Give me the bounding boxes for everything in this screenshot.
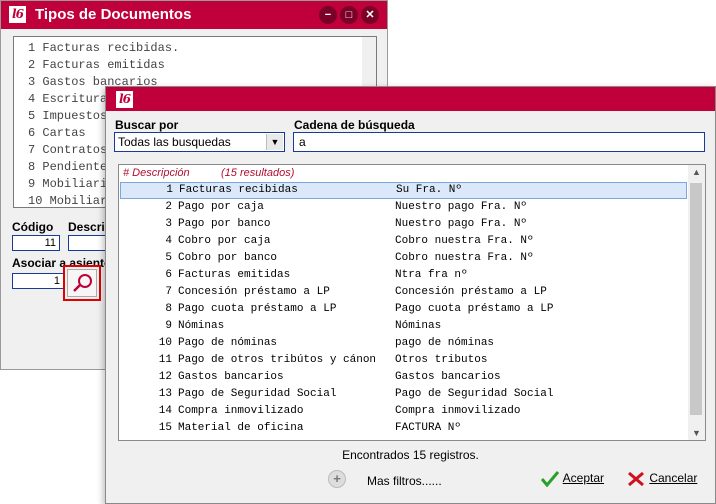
row-ref: Gastos bancarios: [395, 371, 501, 383]
cancel-button[interactable]: Cancelar: [626, 467, 697, 489]
table-row[interactable]: 4 Cobro por caja Cobro nuestra Fra. Nº: [120, 233, 687, 250]
accept-label: Aceptar: [562, 471, 605, 485]
row-ref: Ntra fra nº: [395, 269, 468, 281]
row-desc: Facturas emitidas: [178, 269, 291, 281]
scroll-up-icon[interactable]: ▲: [688, 167, 705, 177]
table-row[interactable]: 5 Cobro por banco Cobro nuestra Fra. Nº: [120, 250, 687, 267]
search-dialog: l6 Buscar por Todas las busquedas ▼ Cade…: [105, 86, 716, 504]
row-ref: Otros tributos: [395, 354, 488, 366]
scroll-down-icon[interactable]: ▼: [688, 428, 705, 438]
app-logo-icon: l6: [9, 6, 26, 23]
table-row[interactable]: 3 Pago por banco Nuestro pago Fra. Nº: [120, 216, 687, 233]
buscar-por-value: Todas las busquedas: [118, 135, 231, 149]
row-num: 9: [165, 320, 172, 332]
row-desc: Compra inmovilizado: [178, 405, 304, 417]
row-num: 4: [165, 235, 172, 247]
title-bar[interactable]: l6 Tipos de Documentos − □ ✕: [1, 1, 387, 29]
more-filters-link[interactable]: Mas filtros......: [367, 474, 442, 488]
row-desc: Material de oficina: [178, 422, 304, 434]
minimize-icon[interactable]: −: [319, 6, 337, 24]
status-text: Encontrados 15 registros.: [342, 448, 479, 462]
cancel-label: Cancelar: [649, 471, 698, 485]
scroll-thumb[interactable]: [690, 183, 702, 415]
row-num: 15: [158, 422, 172, 434]
row-ref: Nóminas: [395, 320, 442, 332]
row-ref: FACTURA Nº: [395, 422, 462, 434]
window-title: Tipos de Documentos: [35, 6, 192, 23]
table-row[interactable]: 12 Gastos bancarios Gastos bancarios: [120, 369, 687, 386]
search-button[interactable]: [67, 269, 97, 297]
maximize-icon[interactable]: □: [340, 6, 358, 24]
chevron-down-icon[interactable]: ▼: [266, 134, 283, 150]
row-num: 14: [158, 405, 172, 417]
cadena-busqueda-input[interactable]: a: [293, 132, 705, 152]
row-ref: Nuestro pago Fra. Nº: [395, 201, 528, 213]
list-item[interactable]: 1 Facturas recibidas.: [14, 40, 376, 57]
cross-icon: [628, 471, 644, 486]
row-desc: Pago de Seguridad Social: [178, 388, 337, 400]
close-icon[interactable]: ✕: [361, 6, 379, 24]
row-num: 12: [158, 371, 172, 383]
app-logo-icon: l6: [116, 91, 133, 108]
row-num: 2: [165, 201, 172, 213]
row-num: 1: [166, 184, 173, 196]
row-num: 3: [165, 218, 172, 230]
row-ref: Nuestro pago Fra. Nº: [395, 218, 528, 230]
row-ref: Su Fra. Nº: [396, 184, 463, 196]
row-num: 13: [158, 388, 172, 400]
row-desc: Facturas recibidas: [179, 184, 298, 196]
row-desc: Pago cuota préstamo a LP: [178, 303, 337, 315]
table-row[interactable]: 9 Nóminas Nóminas: [120, 318, 687, 335]
table-row[interactable]: 6 Facturas emitidas Ntra fra nº: [120, 267, 687, 284]
table-row[interactable]: 14 Compra inmovilizado Compra inmovilizado: [120, 403, 687, 420]
row-desc: Cobro por caja: [178, 235, 271, 247]
row-ref: Pago cuota préstamo a LP: [395, 303, 554, 315]
grid-scrollbar[interactable]: ▲ ▼: [688, 165, 705, 440]
table-row[interactable]: 2 Pago por caja Nuestro pago Fra. Nº: [120, 199, 687, 216]
results-count: (15 resultados): [221, 167, 295, 179]
row-desc: Pago de otros tribútos y cánon: [178, 354, 377, 366]
dialog-title-bar[interactable]: l6: [106, 87, 715, 111]
descripcion-label: Descri: [68, 220, 105, 234]
row-desc: Pago por caja: [178, 201, 264, 213]
row-ref: Concesión préstamo a LP: [395, 286, 547, 298]
cadena-busqueda-label: Cadena de búsqueda: [294, 118, 415, 132]
table-row[interactable]: 1 Facturas recibidas Su Fra. Nº: [120, 182, 687, 199]
table-row[interactable]: 10 Pago de nóminas pago de nóminas: [120, 335, 687, 352]
row-desc: Nóminas: [178, 320, 225, 332]
row-ref: Cobro nuestra Fra. Nº: [395, 235, 534, 247]
plus-icon[interactable]: +: [328, 470, 346, 488]
row-num: 5: [165, 252, 172, 264]
list-item[interactable]: 2 Facturas emitidas: [14, 57, 376, 74]
row-ref: pago de nóminas: [395, 337, 495, 349]
buscar-por-label: Buscar por: [115, 118, 179, 132]
buscar-por-select[interactable]: Todas las busquedas ▼: [114, 132, 285, 152]
row-desc: Pago de nóminas: [178, 337, 278, 349]
row-desc: Gastos bancarios: [178, 371, 284, 383]
row-num: 11: [158, 354, 172, 366]
table-row[interactable]: 15 Material de oficina FACTURA Nº: [120, 420, 687, 437]
codigo-field[interactable]: 11: [12, 235, 60, 251]
column-header-descripcion[interactable]: # Descripción: [123, 165, 190, 181]
row-num: 10: [158, 337, 172, 349]
row-ref: Compra inmovilizado: [395, 405, 521, 417]
checkmark-icon: [540, 470, 560, 488]
table-row[interactable]: 13 Pago de Seguridad Social Pago de Seguri…: [120, 386, 687, 403]
magnifier-icon: [73, 274, 92, 292]
table-row[interactable]: 8 Pago cuota préstamo a LP Pago cuota prés…: [120, 301, 687, 318]
asociar-asiento-field[interactable]: 1: [12, 273, 64, 289]
accept-button[interactable]: Aceptar: [540, 467, 604, 489]
row-num: 6: [165, 269, 172, 281]
row-desc: Pago por banco: [178, 218, 271, 230]
row-desc: Concesión préstamo a LP: [178, 286, 330, 298]
row-desc: Cobro por banco: [178, 252, 278, 264]
codigo-label: Código: [12, 220, 54, 234]
results-grid[interactable]: # Descripción (15 resultados) 1 Facturas …: [118, 164, 706, 441]
row-num: 8: [165, 303, 172, 315]
table-row[interactable]: 7 Concesión préstamo a LP Concesión présta…: [120, 284, 687, 301]
row-num: 7: [165, 286, 172, 298]
row-ref: Pago de Seguridad Social: [395, 388, 554, 400]
row-ref: Cobro nuestra Fra. Nº: [395, 252, 534, 264]
table-row[interactable]: 11 Pago de otros tribútos y cánon Otros tr…: [120, 352, 687, 369]
